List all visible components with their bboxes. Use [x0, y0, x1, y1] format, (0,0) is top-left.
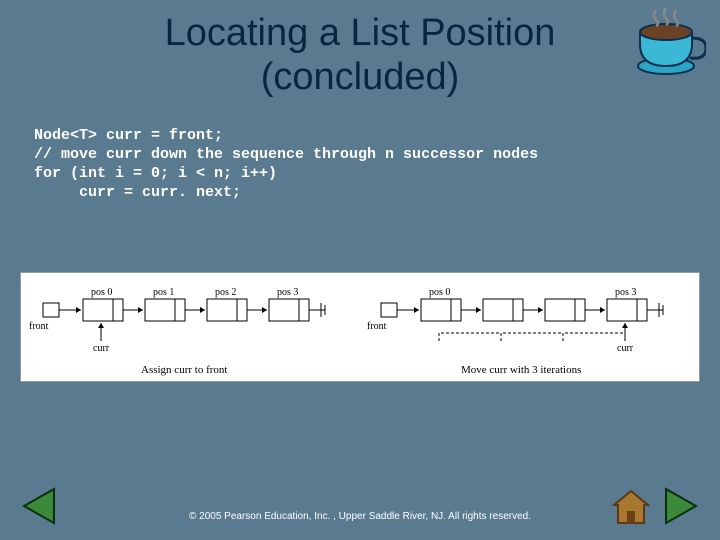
pos-label: pos 2 — [215, 287, 236, 298]
coffee-cup-icon — [626, 4, 706, 84]
front-label-left: front — [29, 321, 49, 332]
title-line-2: (concluded) — [261, 56, 460, 98]
previous-slide-button[interactable] — [18, 485, 60, 532]
front-label-right: front — [367, 321, 387, 332]
pos-label: pos 1 — [153, 287, 174, 298]
pos-label: pos 3 — [615, 287, 636, 298]
code-snippet: Node<T> curr = front; // move curr down … — [0, 99, 720, 202]
title-line-1: Locating a List Position — [165, 12, 556, 54]
next-slide-button[interactable] — [660, 485, 702, 532]
diagram-caption-left: Assign curr to front — [141, 364, 227, 376]
pos-label: pos 3 — [277, 287, 298, 298]
diagram-caption-right: Move curr with 3 iterations — [461, 364, 581, 376]
curr-label-right: curr — [617, 343, 634, 354]
curr-label-left: curr — [93, 343, 110, 354]
linked-list-diagram: front pos 0 pos 1 pos 2 — [20, 272, 700, 382]
home-button[interactable] — [610, 485, 652, 532]
pos-label: pos 0 — [429, 287, 450, 298]
pos-label: pos 0 — [91, 287, 112, 298]
slide-title: Locating a List Position (concluded) — [0, 0, 720, 99]
